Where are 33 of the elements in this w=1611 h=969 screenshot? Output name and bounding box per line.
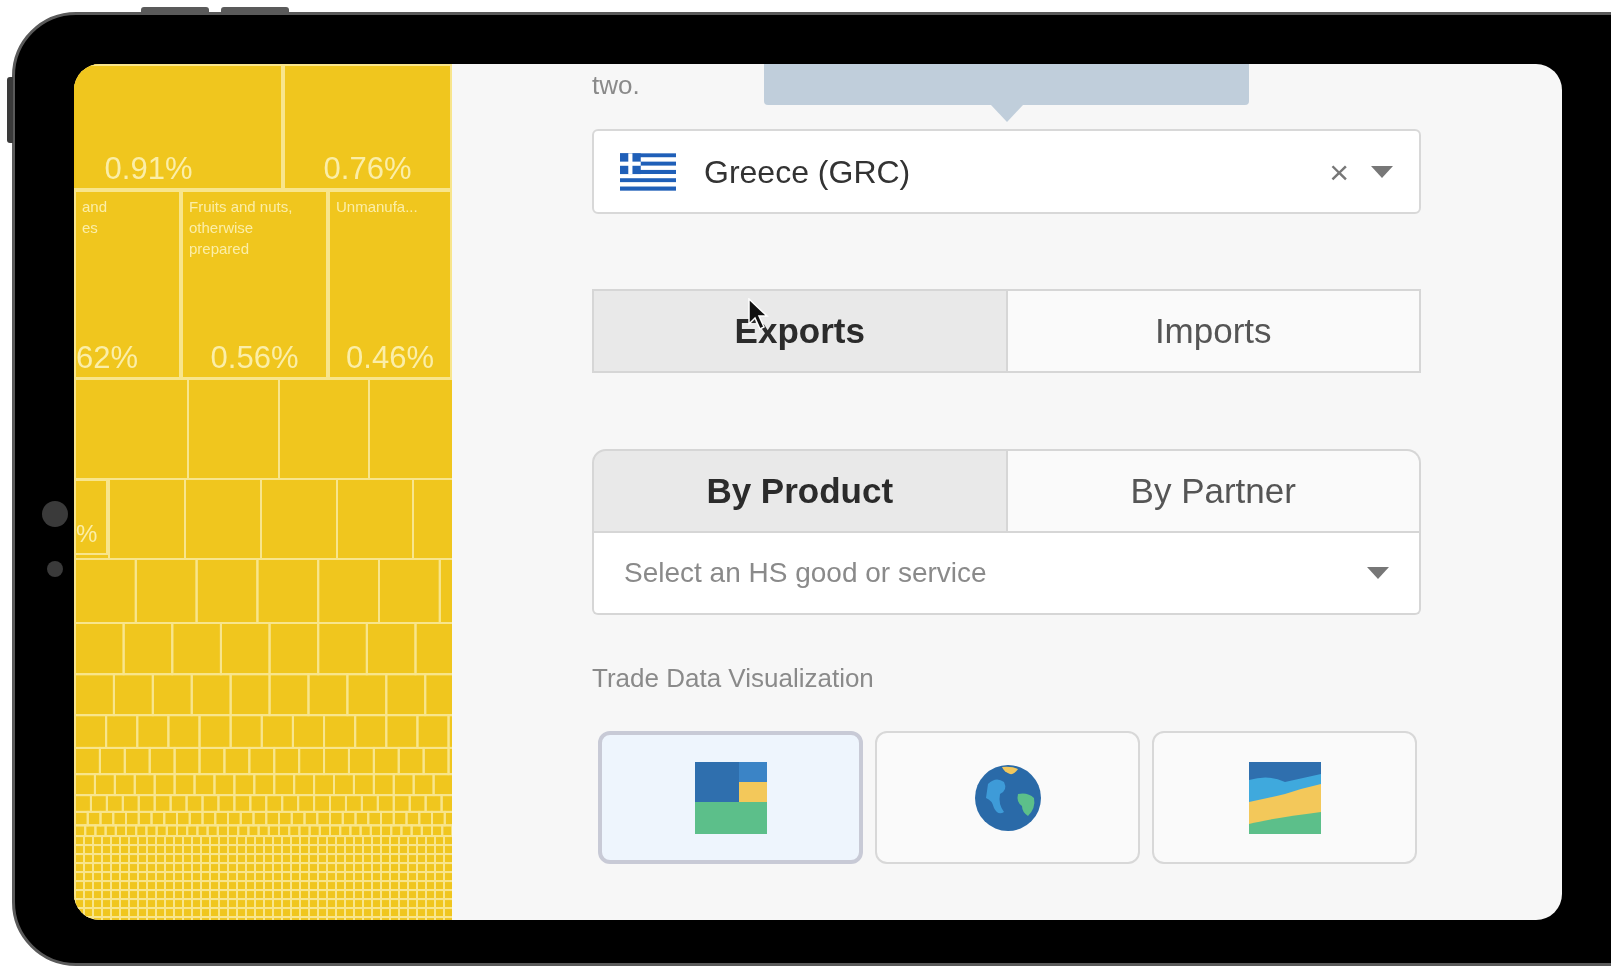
tile-label: prepared — [189, 239, 251, 259]
tile-value: % — [76, 519, 99, 549]
visualization-option[interactable] — [598, 731, 863, 864]
section-label: Trade Data Visualization — [592, 663, 874, 693]
tile-value: 0.91% — [103, 152, 194, 188]
tab[interactable]: By Product — [592, 449, 1008, 533]
treemap-icon — [694, 761, 767, 834]
camera-icon — [42, 501, 68, 527]
sensor-icon — [47, 561, 63, 577]
product-placeholder: Select an HS good or service — [624, 556, 988, 590]
country-select[interactable]: Greece (GRC) × — [592, 129, 1421, 214]
caret-icon — [1371, 165, 1393, 178]
flag-icon — [620, 150, 676, 193]
caret-icon — [1367, 567, 1389, 579]
tile-value: 0.46% — [345, 341, 435, 377]
tile-value: 0.76% — [322, 152, 413, 188]
tab[interactable]: Imports — [1007, 289, 1421, 373]
visualization-option[interactable] — [1152, 731, 1417, 864]
tab[interactable]: By Partner — [1007, 449, 1421, 533]
visualization-option[interactable] — [875, 731, 1140, 864]
clear-button[interactable]: × — [1329, 154, 1349, 189]
tile-value: 0.56% — [209, 341, 300, 377]
tab[interactable]: Exports — [592, 289, 1008, 373]
tile-value: 62% — [76, 341, 140, 377]
tile-label: and — [82, 197, 109, 217]
globe-icon — [973, 763, 1042, 832]
intro-text: two. — [592, 70, 640, 100]
country-value: Greece (GRC) — [704, 152, 912, 192]
tile-label: otherwise — [189, 218, 255, 238]
stacked-area-chart-icon — [1248, 761, 1321, 834]
tile-label: Unmanufa... — [336, 197, 419, 217]
tile-label: Fruits and nuts, — [189, 197, 294, 217]
tile-label: es — [82, 218, 99, 238]
